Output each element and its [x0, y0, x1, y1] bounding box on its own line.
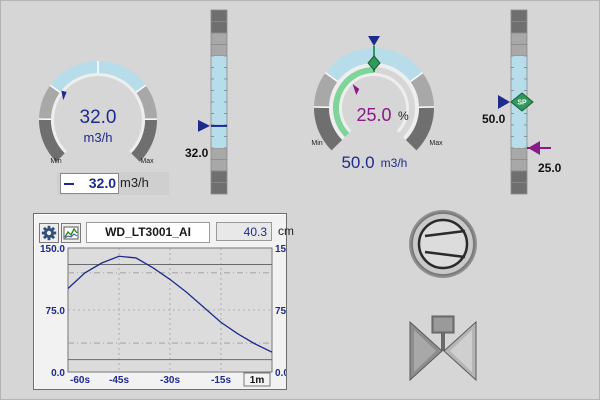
setpoint-bar-sp-marker — [498, 95, 510, 109]
flow-field-unit: m3/h — [120, 175, 149, 190]
flow-bar-cell — [210, 147, 228, 160]
setpoint-bar-sp-badge-text: SP — [517, 100, 527, 107]
setpoint-bar-cell — [510, 21, 528, 34]
trend-chart: 150.0 75.0 0.0 150.0 75.0 0.0 -60s -45s -30s -1… — [40, 244, 286, 387]
setpoint-bar-output-value: 25.0 — [538, 161, 562, 175]
trend-y-tick-left: 150.0 — [40, 244, 65, 255]
pid-gauge-flow-value: 50.0 — [341, 153, 374, 172]
flow-gauge-value: 32.0 — [80, 107, 117, 128]
trend-panel: WD_LT3001_AI 40.3 cm 150.075.00.0 150.07… — [33, 213, 294, 390]
pid-gauge-top-needle — [368, 36, 380, 46]
trend-y-tick-right: 75.0 — [275, 306, 286, 317]
trend-y-tick-left: 0.0 — [51, 368, 65, 379]
flow-bar-fill — [211, 124, 227, 127]
flow-bar-value: 32.0 — [185, 146, 209, 160]
trend-x-tick: -30s — [160, 375, 180, 386]
flow-field-value: 32.0 — [88, 175, 116, 191]
flow-bar-cell — [210, 44, 228, 57]
flow-gauge-max-label: Max — [140, 158, 154, 165]
trend-x-axis: -60s -45s -30s -15s — [70, 375, 231, 386]
flow-bar-cell — [210, 21, 228, 34]
flow-value-field[interactable]: 32.0 — [60, 173, 119, 194]
pid-gauge: 25.0 % 50.0 m3/h Min Max — [311, 36, 443, 172]
pid-gauge-flow-unit: m3/h — [381, 156, 408, 170]
trend-y-tick-right: 0.0 — [275, 368, 286, 379]
setpoint-bar-output-marker — [528, 141, 540, 155]
flow-gauge-unit: m3/h — [84, 130, 113, 145]
flow-field-indicator — [64, 183, 74, 185]
flow-bar-cell — [210, 170, 228, 183]
flow-gauge-needle — [61, 90, 67, 101]
setpoint-bar-cell — [510, 182, 528, 195]
trend-x-tick: -60s — [70, 375, 90, 386]
setpoint-bar-cell — [510, 44, 528, 57]
pump-icon[interactable] — [409, 210, 477, 278]
flow-bar-marker — [198, 119, 210, 132]
trend-y-axis-right: 150.0 75.0 0.0 — [275, 244, 286, 379]
trend-y-axis-left: 150.0 75.0 0.0 — [40, 244, 65, 379]
trend-x-tick: -45s — [109, 375, 129, 386]
flow-bar-cell — [210, 32, 228, 45]
flow-gauge: 32.0 m3/h Min Max — [38, 61, 158, 165]
flow-bar-cell — [210, 9, 228, 22]
setpoint-bar-cell — [510, 147, 528, 160]
control-valve-icon[interactable] — [409, 315, 477, 382]
pid-gauge-max-label: Max — [429, 140, 443, 147]
flow-bar-cell — [210, 182, 228, 195]
trend-y-tick-left: 75.0 — [46, 306, 66, 317]
setpoint-bar-cell — [510, 159, 528, 172]
pid-gauge-min-label: Min — [311, 140, 322, 147]
trend-y-tick-right: 150.0 — [275, 244, 286, 255]
setpoint-bar-cell — [510, 32, 528, 45]
setpoint-bar-sp-value: 50.0 — [482, 112, 506, 126]
flow-gauge-min-label: Min — [50, 158, 61, 165]
pid-gauge-percent-sign: % — [398, 109, 409, 123]
setpoint-bar-cell — [510, 9, 528, 22]
pid-gauge-output-needle — [352, 84, 360, 96]
trend-range-label: 1m — [250, 375, 265, 386]
flow-bar: 32.0 — [185, 9, 228, 195]
setpoint-bar-cell — [510, 170, 528, 183]
flow-bar-normal-zone — [214, 56, 224, 148]
flow-bar-scale — [210, 9, 228, 195]
pid-gauge-output-value: 25.0 — [356, 105, 391, 125]
setpoint-bar: SP 50.0 25.0 — [482, 9, 562, 195]
flow-bar-cell — [210, 159, 228, 172]
trend-x-tick: -15s — [211, 375, 231, 386]
